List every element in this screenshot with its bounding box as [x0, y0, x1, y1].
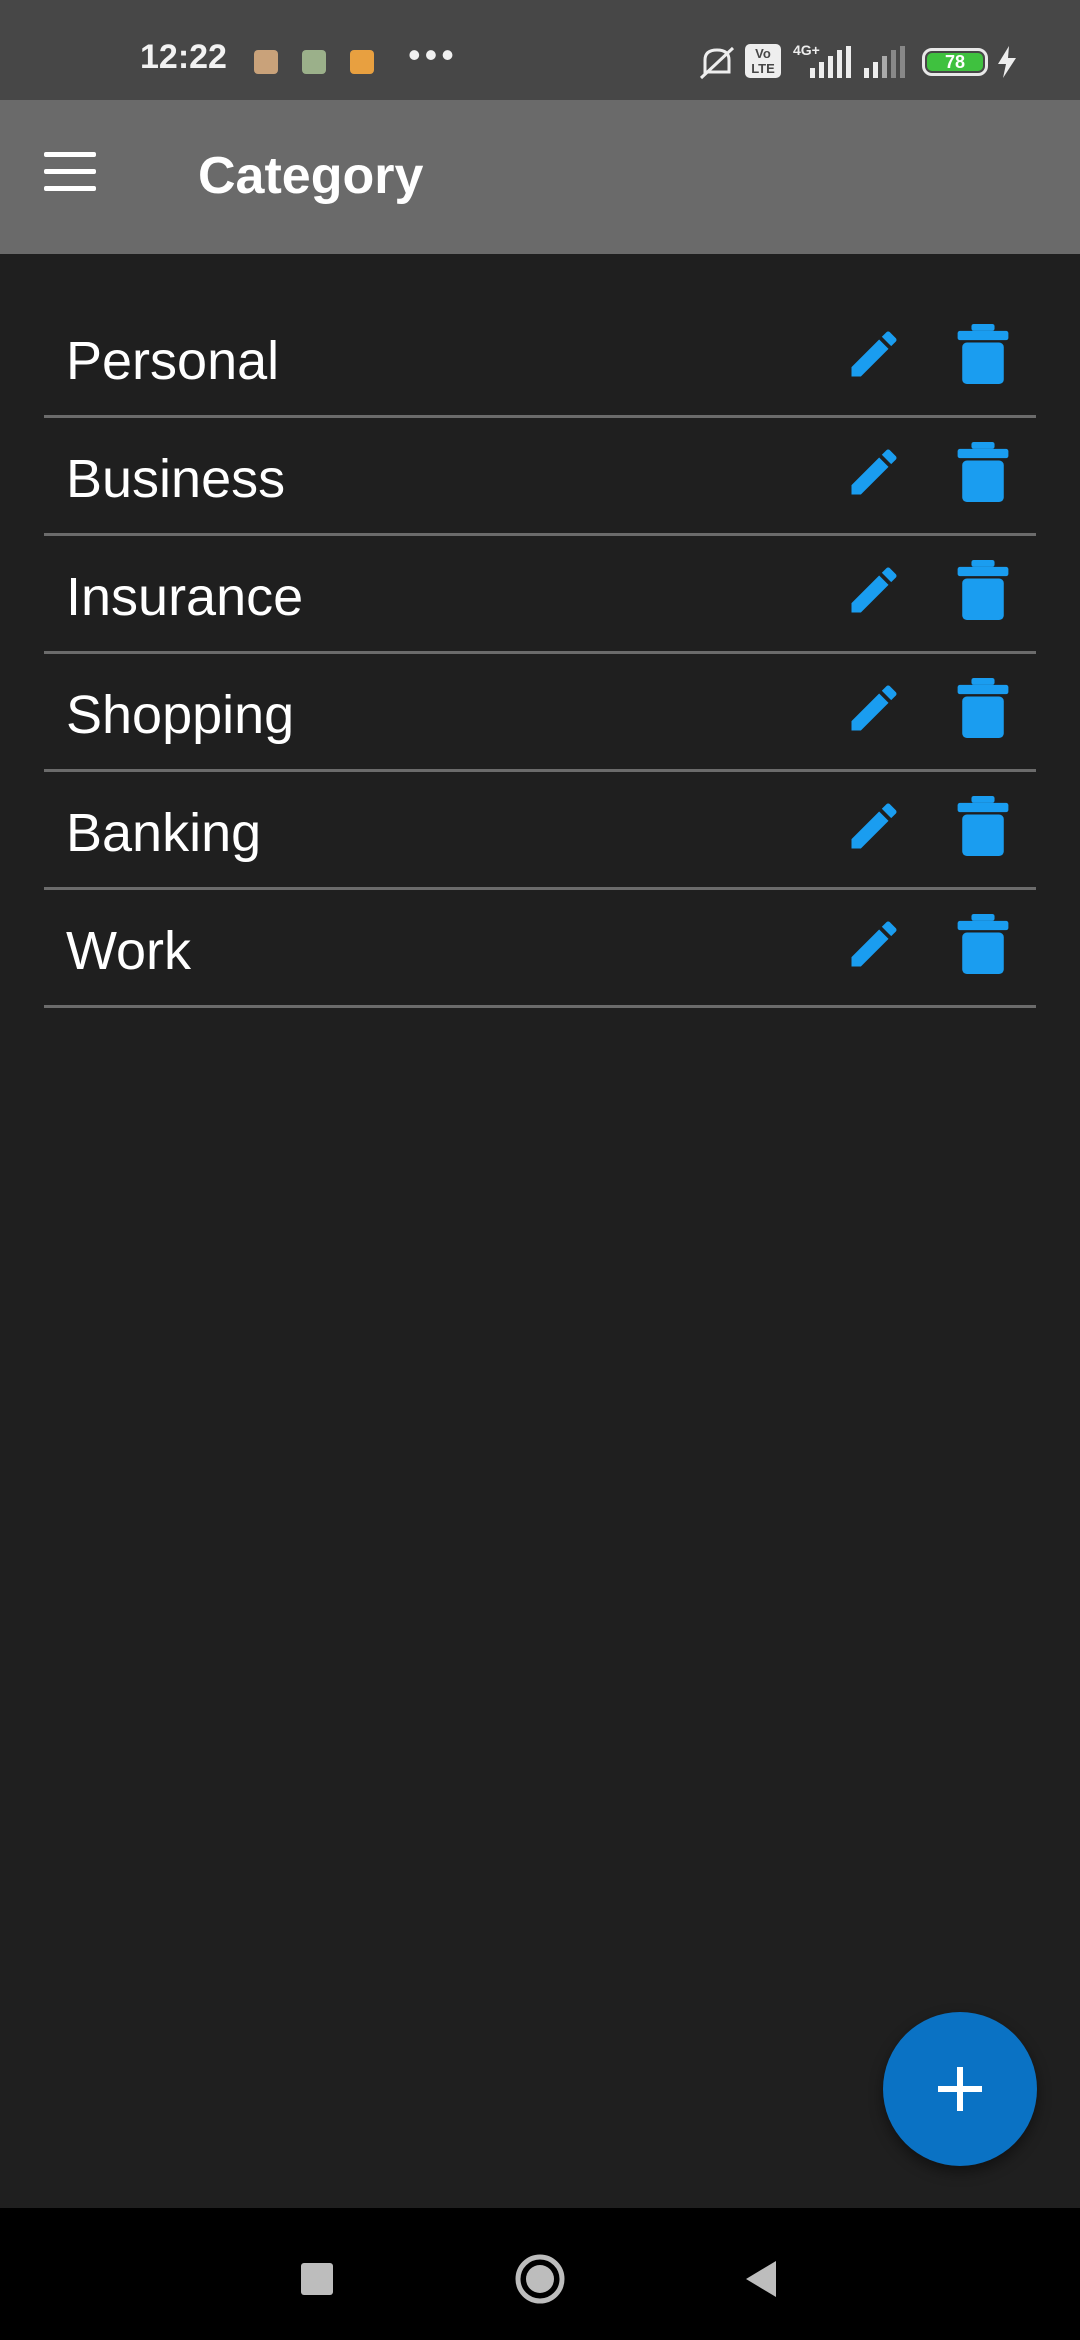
trash-icon[interactable] — [956, 678, 1010, 738]
status-bar: 12:22 ••• Vo LTE 4G+ 78 — [0, 0, 1080, 100]
plus-icon — [938, 2067, 982, 2111]
pencil-icon[interactable] — [844, 442, 904, 502]
signal-icon — [864, 46, 905, 78]
category-list: Personal Business Insurance Shopping Ban… — [44, 300, 1036, 1008]
list-item[interactable]: Work — [44, 890, 1036, 1008]
category-label: Shopping — [66, 685, 295, 745]
page-title: Category — [198, 147, 424, 205]
notification-icon — [254, 50, 278, 74]
trash-icon[interactable] — [956, 324, 1010, 384]
system-navigation-bar — [0, 2208, 1080, 2340]
category-label: Banking — [66, 803, 262, 863]
status-time: 12:22 — [140, 38, 227, 76]
back-button[interactable] — [738, 2254, 788, 2304]
trash-icon[interactable] — [956, 560, 1010, 620]
trash-icon[interactable] — [956, 442, 1010, 502]
category-label: Personal — [66, 331, 280, 391]
signal-icon — [810, 46, 851, 78]
category-label: Insurance — [66, 567, 304, 627]
volte-icon: Vo LTE — [745, 44, 781, 78]
list-item[interactable]: Personal — [44, 300, 1036, 418]
mute-icon — [699, 46, 735, 80]
pencil-icon[interactable] — [844, 560, 904, 620]
list-item[interactable]: Banking — [44, 772, 1036, 890]
hamburger-icon — [44, 152, 96, 157]
list-item[interactable]: Shopping — [44, 654, 1036, 772]
home-button[interactable] — [514, 2253, 566, 2305]
more-notifications-icon: ••• — [408, 34, 458, 75]
recent-apps-button[interactable] — [292, 2254, 342, 2304]
menu-button[interactable] — [44, 152, 108, 196]
notification-icon — [302, 50, 326, 74]
notification-icon — [350, 50, 374, 74]
list-item[interactable]: Insurance — [44, 536, 1036, 654]
add-category-button[interactable] — [883, 2012, 1037, 2166]
battery-icon: 78 — [922, 48, 988, 76]
app-bar: Category — [0, 100, 1080, 254]
pencil-icon[interactable] — [844, 678, 904, 738]
battery-level: 78 — [927, 53, 983, 71]
charging-icon — [998, 46, 1016, 78]
pencil-icon[interactable] — [844, 796, 904, 856]
category-label: Business — [66, 449, 286, 509]
category-label: Work — [66, 921, 192, 981]
pencil-icon[interactable] — [844, 324, 904, 384]
trash-icon[interactable] — [956, 914, 1010, 974]
list-item[interactable]: Business — [44, 418, 1036, 536]
trash-icon[interactable] — [956, 796, 1010, 856]
pencil-icon[interactable] — [844, 914, 904, 974]
